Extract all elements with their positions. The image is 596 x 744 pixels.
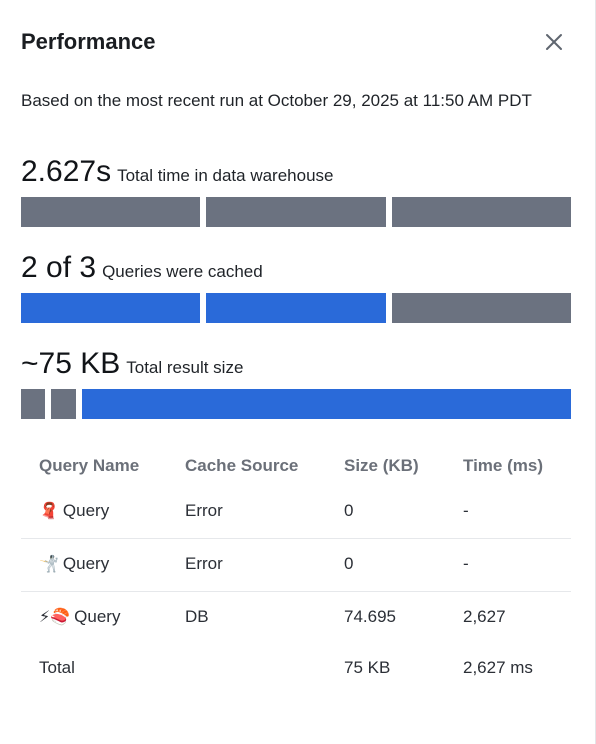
metric-cached-queries: 2 of 3 Queries were cached bbox=[21, 251, 571, 323]
query-emoji-icon: ⚡🍣 bbox=[39, 609, 71, 626]
column-header-cache-source[interactable]: Cache Source bbox=[185, 456, 298, 476]
query-name: Query bbox=[74, 607, 121, 626]
query-name-cell[interactable]: ⚡🍣 Query bbox=[39, 607, 120, 627]
metric-label: Queries were cached bbox=[102, 262, 263, 281]
run-description: Based on the most recent run at October … bbox=[21, 91, 532, 110]
table-header-row: Query Name Cache Source Size (KB) Time (… bbox=[21, 446, 571, 486]
close-button[interactable] bbox=[543, 31, 565, 53]
metric-result-size: ~75 KB Total result size bbox=[21, 347, 571, 419]
time-bar-segment bbox=[392, 197, 571, 227]
column-header-time[interactable]: Time (ms) bbox=[463, 456, 543, 476]
total-label: Total bbox=[39, 658, 75, 677]
table-row: ⚡🍣 Query DB 74.695 2,627 bbox=[21, 592, 571, 644]
size-bar-segment bbox=[51, 389, 76, 419]
metric-total-time: 2.627s Total time in data warehouse bbox=[21, 155, 571, 227]
query-name: Query bbox=[62, 501, 110, 520]
query-name: Query bbox=[62, 554, 110, 573]
time-bar bbox=[21, 197, 571, 227]
size-cell: 0 bbox=[344, 501, 354, 520]
close-icon bbox=[546, 34, 562, 50]
metric-label: Total result size bbox=[126, 358, 244, 377]
cached-bar-segment bbox=[21, 293, 200, 323]
query-emoji-icon: 🤺 bbox=[39, 556, 59, 573]
metric-label: Total time in data warehouse bbox=[117, 166, 334, 185]
metric-value: 2 of 3 bbox=[21, 251, 97, 284]
time-cell: - bbox=[463, 554, 469, 573]
column-header-size[interactable]: Size (KB) bbox=[344, 456, 419, 476]
performance-panel: Performance Based on the most recent run… bbox=[0, 0, 596, 744]
query-name-cell[interactable]: 🤺 Query bbox=[39, 554, 109, 574]
table-total-row: Total 75 KB 2,627 ms bbox=[21, 644, 571, 688]
query-name-cell[interactable]: 🧣 Query bbox=[39, 501, 109, 521]
cache-source-cell: Error bbox=[185, 554, 223, 573]
column-header-query-name[interactable]: Query Name bbox=[39, 456, 139, 476]
table-row: 🤺 Query Error 0 - bbox=[21, 539, 571, 592]
size-bar bbox=[21, 389, 571, 419]
total-size: 75 KB bbox=[344, 658, 391, 677]
cached-bar bbox=[21, 293, 571, 323]
table-row: 🧣 Query Error 0 - bbox=[21, 486, 571, 539]
size-bar-segment bbox=[82, 389, 571, 419]
time-cell: - bbox=[463, 501, 469, 520]
metric-value: ~75 KB bbox=[21, 347, 121, 380]
size-cell: 74.695 bbox=[344, 607, 396, 626]
query-performance-table: Query Name Cache Source Size (KB) Time (… bbox=[21, 446, 571, 688]
cached-bar-segment bbox=[206, 293, 386, 323]
cache-source-cell: Error bbox=[185, 501, 223, 520]
size-bar-segment bbox=[21, 389, 45, 419]
time-bar-segment bbox=[206, 197, 386, 227]
size-cell: 0 bbox=[344, 554, 354, 573]
cached-bar-segment bbox=[392, 293, 571, 323]
panel-title: Performance bbox=[21, 29, 156, 54]
panel-header: Performance bbox=[21, 27, 571, 57]
time-cell: 2,627 bbox=[463, 607, 506, 626]
query-emoji-icon: 🧣 bbox=[39, 503, 59, 520]
total-time: 2,627 ms bbox=[463, 658, 533, 677]
metric-value: 2.627s bbox=[21, 155, 112, 188]
cache-source-cell: DB bbox=[185, 607, 209, 626]
time-bar-segment bbox=[21, 197, 200, 227]
